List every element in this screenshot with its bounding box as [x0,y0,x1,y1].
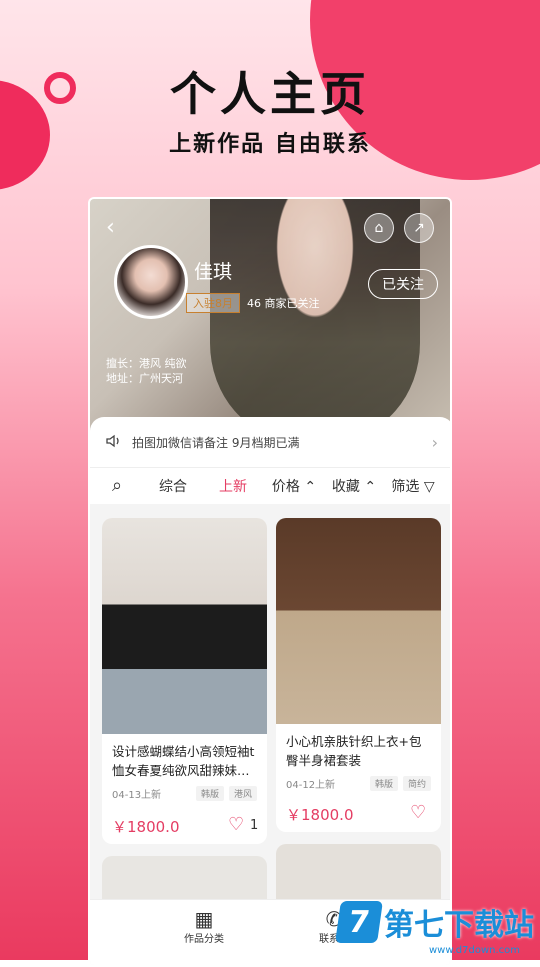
grid-icon: ▦ [194,907,214,931]
watermark-url: www.d7down.com [428,945,520,956]
like-count: 1 [250,818,259,833]
product-date: 04-13上新 [112,790,162,801]
product-tag: 韩版 [195,786,224,801]
category-button[interactable]: ▦ 作品分类 [174,908,234,945]
profile-header: ‹ ⌂ ↗ 佳琪 入驻8月 46 商家已关注 已关注 擅长：港风 纯欲 地址：广… [90,199,450,439]
follow-button[interactable]: 已关注 [368,269,438,299]
product-price: ￥1800.0 [112,818,180,836]
category-label: 作品分类 [184,934,224,945]
product-meta: 04-12上新 韩版 简约 [276,770,441,791]
notice-bar[interactable]: 拍图加微信请备注 9月档期已满 › [90,417,450,467]
notice-text: 拍图加微信请备注 9月档期已满 [132,435,300,450]
tab-filter[interactable]: 筛选 ▽ [384,476,442,496]
hero-title: 个人主页 [170,67,370,121]
heart-icon[interactable]: ♡ [410,802,426,823]
product-card[interactable]: 小心机亲肤针织上衣+包臀半身裙套装 04-12上新 韩版 简约 ￥1800.0 … [276,518,441,832]
joined-badge: 入驻8月 [186,293,240,313]
heart-icon[interactable]: ♡ [228,814,244,835]
fans-count: 46 商家已关注 [247,297,320,310]
profile-name: 佳琪 [194,261,233,283]
product-price: ￥1800.0 [286,806,354,824]
product-date: 04-12上新 [286,780,336,791]
product-title: 设计感蝴蝶结小高领短袖t恤女春夏纯欲风甜辣妹… [112,744,255,778]
product-tag: 港风 [228,786,257,801]
product-image [276,518,441,724]
tab-new[interactable]: 上新 [202,476,264,496]
avatar[interactable] [114,245,188,319]
product-meta: 04-13上新 韩版 港风 [102,780,267,801]
product-card[interactable]: 设计感蝴蝶结小高领短袖t恤女春夏纯欲风甜辣妹… 04-13上新 韩版 港风 ￥1… [102,518,267,844]
phone-screen: ‹ ⌂ ↗ 佳琪 入驻8月 46 商家已关注 已关注 擅长：港风 纯欲 地址：广… [88,197,452,967]
watermark-brand: 第七下载站 [384,908,534,943]
watermark-logo: 7 [335,901,383,943]
product-title: 小心机亲肤针织上衣+包臀半身裙套装 [286,734,422,768]
product-grid: 设计感蝴蝶结小高领短袖t恤女春夏纯欲风甜辣妹… 04-13上新 韩版 港风 ￥1… [90,504,450,965]
speaker-icon [106,434,124,451]
product-image [102,518,267,734]
chevron-right-icon: › [431,432,438,452]
hero-subtitle: 上新作品 自由联系 [169,132,371,157]
watermark: 7 第七下载站 [335,900,534,944]
tab-favorites[interactable]: 收藏 ⌃ [324,476,384,496]
filter-bar: ⌕ 综合 上新 价格 ⌃ 收藏 ⌃ 筛选 ▽ [90,467,450,503]
back-icon[interactable]: ‹ [106,215,115,240]
product-tag: 简约 [402,776,431,791]
profile-specialty: 擅长：港风 纯欲 [106,357,187,370]
tab-all[interactable]: 综合 [144,476,202,496]
profile-address: 地址：广州天河 [106,372,183,385]
home-icon[interactable]: ⌂ [364,213,394,243]
tab-price[interactable]: 价格 ⌃ [264,476,324,496]
product-tag: 韩版 [369,776,398,791]
search-icon[interactable]: ⌕ [90,475,144,496]
share-icon[interactable]: ↗ [404,213,434,243]
